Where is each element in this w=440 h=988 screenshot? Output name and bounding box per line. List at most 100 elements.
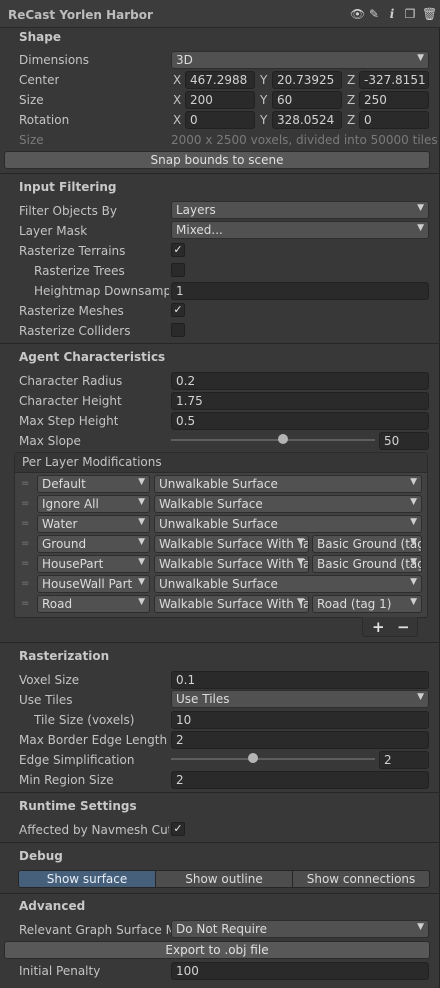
max-step-height-field[interactable]: 0.5	[171, 412, 429, 430]
layer-mode-dropdown[interactable]: Unwalkable Surface ▼	[154, 575, 422, 593]
layer-mask-label: Layer Mask	[19, 224, 88, 238]
tab-show-surface[interactable]: Show surface	[19, 871, 156, 887]
tile-size-label: Tile Size (voxels)	[34, 713, 135, 727]
drag-handle-icon[interactable]: =	[21, 559, 29, 569]
center-x-field[interactable]: 467.2988	[185, 71, 255, 89]
remove-layer-button[interactable]: −	[397, 619, 410, 635]
layer-mask-dropdown[interactable]: Mixed... ▼	[171, 221, 429, 239]
layer-dropdown-value: Default	[42, 477, 86, 491]
divider	[0, 642, 440, 643]
layer-dropdown[interactable]: Default ▼	[37, 475, 150, 493]
layer-dropdown[interactable]: HouseWall Part ▼	[37, 575, 150, 593]
rasterize-meshes-checkbox[interactable]: ✓	[171, 303, 185, 317]
layer-mode-dropdown[interactable]: Walkable Surface With Tag ▼	[154, 595, 309, 613]
eye-icon[interactable]: 👁	[350, 7, 365, 21]
size-info-label: Size	[19, 133, 44, 147]
center-y-field[interactable]: 20.73925	[272, 71, 342, 89]
layer-dropdown-value: HousePart	[42, 557, 104, 571]
layer-tag-dropdown[interactable]: Basic Ground (tag 0)▼	[312, 535, 422, 553]
drag-handle-icon[interactable]: =	[21, 579, 29, 589]
info-icon[interactable]: i	[386, 7, 398, 21]
layer-mode-dropdown[interactable]: Walkable Surface With Tag ▼	[154, 535, 309, 553]
edge-simplification-label: Edge Simplification	[19, 753, 135, 767]
tab-show-connections[interactable]: Show connections	[293, 871, 429, 887]
edge-simplification-slider[interactable]	[171, 758, 375, 760]
drag-handle-icon[interactable]: =	[21, 519, 29, 529]
chevron-down-icon: ▼	[138, 577, 145, 587]
tile-size-field[interactable]: 10	[171, 711, 429, 729]
snap-bounds-button[interactable]: Snap bounds to scene	[4, 151, 430, 169]
drag-handle-icon[interactable]: =	[21, 599, 29, 609]
min-region-size-field[interactable]: 2	[171, 771, 429, 789]
export-obj-button[interactable]: Export to .obj file	[4, 941, 430, 959]
chevron-down-icon: ▼	[138, 517, 145, 527]
max-slope-slider-thumb[interactable]	[278, 434, 289, 444]
add-layer-button[interactable]: +	[372, 619, 385, 635]
section-input-title: Input Filtering	[19, 180, 117, 194]
layer-mode-dropdown[interactable]: Walkable Surface ▼	[154, 495, 422, 513]
layer-dropdown[interactable]: Road ▼	[37, 595, 150, 613]
character-height-field[interactable]: 1.75	[171, 392, 429, 410]
size-y-field[interactable]: 60	[272, 91, 342, 109]
layer-tag-dropdown-value: Road (tag 1)	[317, 597, 392, 611]
graph-title[interactable]: ReCast Yorlen Harbor	[8, 8, 153, 22]
use-tiles-label: Use Tiles	[19, 693, 73, 707]
layer-dropdown[interactable]: HousePart ▼	[37, 555, 150, 573]
layer-mode-dropdown-value: Unwalkable Surface	[159, 577, 278, 591]
rotation-y-field[interactable]: 328.0524	[272, 111, 342, 129]
character-height-label: Character Height	[19, 394, 122, 408]
layer-dropdown[interactable]: Water ▼	[37, 515, 150, 533]
edge-simplification-slider-thumb[interactable]	[247, 753, 258, 763]
tab-show-outline[interactable]: Show outline	[156, 871, 293, 887]
filter-objects-dropdown[interactable]: Layers ▼	[171, 201, 429, 219]
max-slope-field[interactable]: 50	[379, 432, 429, 450]
layer-dropdown[interactable]: Ignore All ▼	[37, 495, 150, 513]
rasterize-terrains-checkbox[interactable]: ✓	[171, 243, 185, 257]
max-slope-slider[interactable]	[171, 439, 375, 441]
divider	[0, 792, 440, 793]
initial-penalty-label: Initial Penalty	[19, 964, 101, 978]
layer-mode-dropdown[interactable]: Unwalkable Surface ▼	[154, 515, 422, 533]
layer-tag-dropdown[interactable]: Basic Ground (tag 0)▼	[312, 555, 422, 573]
graph-header[interactable]: ReCast Yorlen Harbor 👁 ✎ i ❐ 🗑	[0, 0, 440, 28]
navmesh-cuts-checkbox[interactable]: ✓	[171, 822, 185, 836]
layer-mode-dropdown[interactable]: Walkable Surface With Tag ▼	[154, 555, 309, 573]
copy-icon[interactable]: ❐	[404, 7, 416, 21]
relevant-surface-value: Do Not Require	[176, 922, 268, 936]
drag-handle-icon[interactable]: =	[21, 499, 29, 509]
character-radius-field[interactable]: 0.2	[171, 372, 429, 390]
initial-penalty-field[interactable]: 100	[171, 962, 429, 980]
layer-mode-dropdown[interactable]: Unwalkable Surface ▼	[154, 475, 422, 493]
size-z-field[interactable]: 250	[359, 91, 429, 109]
use-tiles-dropdown[interactable]: Use Tiles ▼	[171, 690, 429, 708]
layer-tag-dropdown[interactable]: Road (tag 1) ▼	[312, 595, 422, 613]
center-z-field[interactable]: -327.8151	[359, 71, 429, 89]
rotation-x-field[interactable]: 0	[185, 111, 255, 129]
max-border-edge-field[interactable]: 2	[171, 731, 429, 749]
per-layer-title: Per Layer Modifications	[22, 455, 162, 469]
voxel-size-field[interactable]: 0.1	[171, 671, 429, 689]
navmesh-cuts-label: Affected by Navmesh Cuts	[19, 823, 169, 837]
graph-inspector: ReCast Yorlen Harbor 👁 ✎ i ❐ 🗑 Shape Dim…	[0, 0, 440, 988]
drag-handle-icon[interactable]: =	[21, 479, 29, 489]
pencil-icon[interactable]: ✎	[368, 7, 380, 21]
layer-dropdown-value: Road	[42, 597, 73, 611]
rasterize-colliders-label: Rasterize Colliders	[19, 324, 131, 338]
layer-dropdown[interactable]: Ground ▼	[37, 535, 150, 553]
size-x-field[interactable]: 200	[185, 91, 255, 109]
drag-handle-icon[interactable]: =	[21, 539, 29, 549]
relevant-surface-dropdown[interactable]: Do Not Require ▼	[171, 920, 429, 938]
debug-tabs: Show surface Show outline Show connectio…	[18, 870, 430, 888]
trash-icon[interactable]: 🗑	[422, 7, 437, 21]
chevron-down-icon: ▼	[138, 597, 145, 607]
rotation-x-axis: X	[173, 113, 182, 127]
dimensions-dropdown[interactable]: 3D ▼	[171, 51, 429, 69]
rasterize-colliders-checkbox[interactable]	[171, 323, 185, 337]
section-agent-title: Agent Characteristics	[19, 350, 166, 364]
layer-mode-dropdown-value: Walkable Surface With Tag	[159, 597, 309, 611]
voxel-size-label: Voxel Size	[19, 673, 80, 687]
heightmap-downsampling-field[interactable]: 1	[171, 282, 429, 300]
edge-simplification-field[interactable]: 2	[379, 751, 429, 769]
rasterize-trees-checkbox[interactable]	[171, 263, 185, 277]
rotation-z-field[interactable]: 0	[359, 111, 429, 129]
